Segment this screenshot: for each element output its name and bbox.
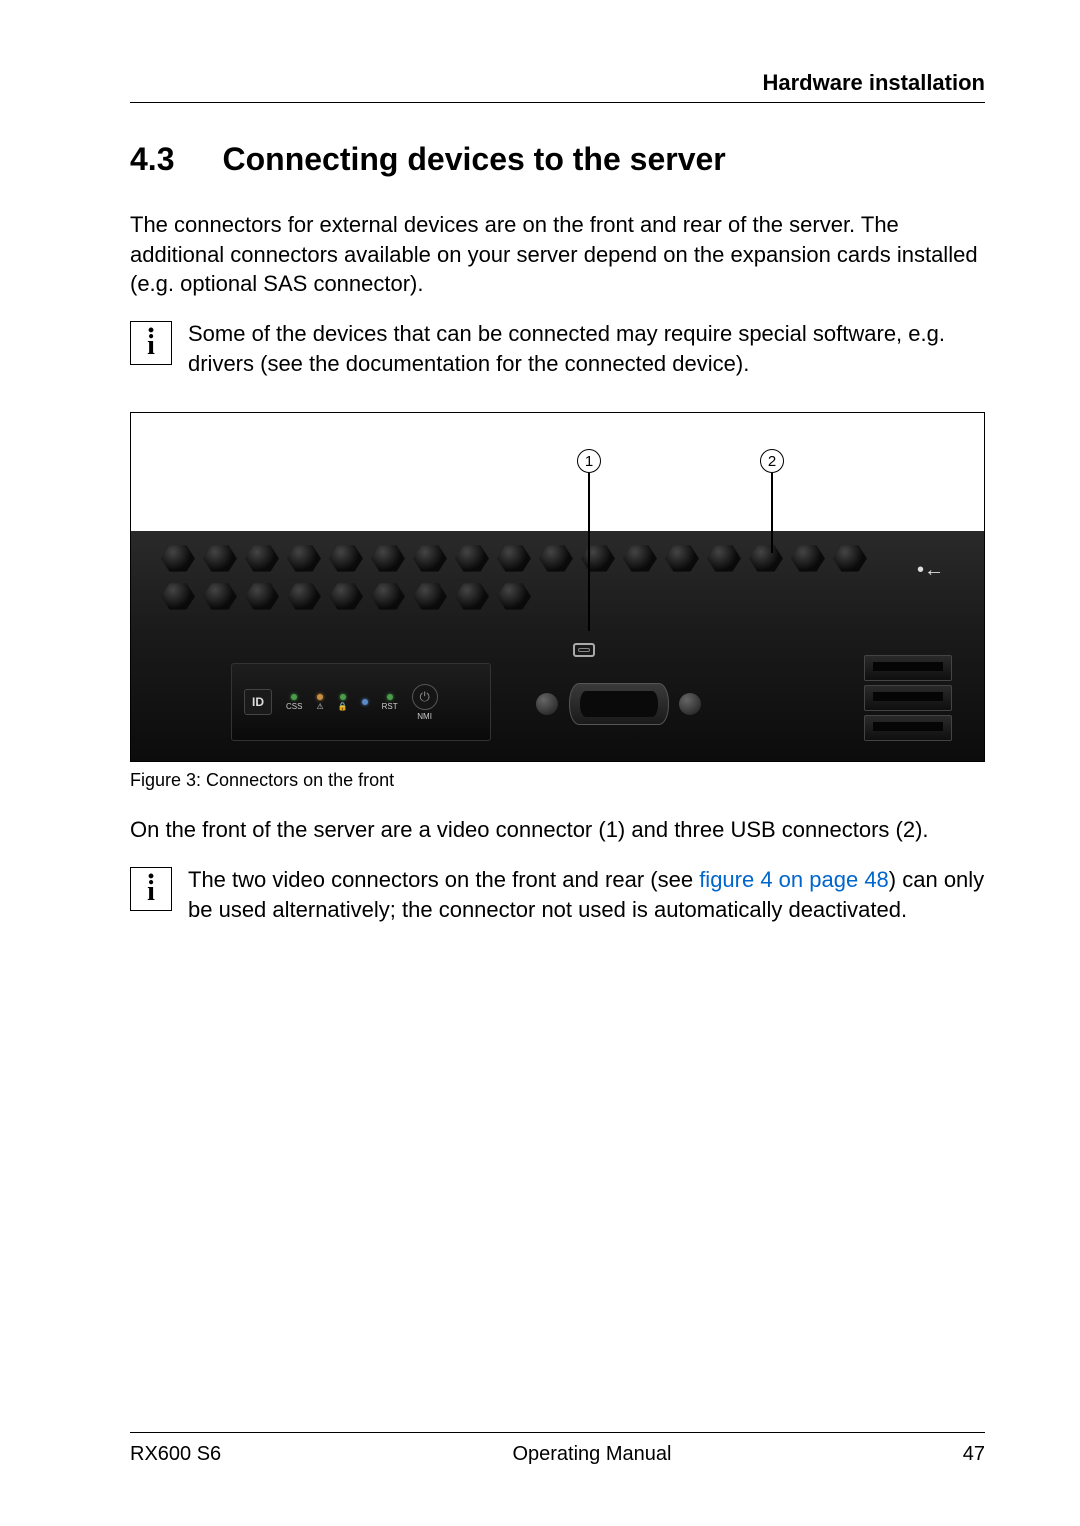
cross-reference-link[interactable]: figure 4 on page 48 (699, 867, 889, 892)
info-note-2: i The two video connectors on the front … (130, 865, 985, 924)
figure-caption: Figure 3: Connectors on the front (130, 770, 985, 791)
info-text-1: Some of the devices that can be connecte… (188, 319, 985, 378)
callout-1: 1 (577, 449, 601, 473)
info-note-1: i Some of the devices that can be connec… (130, 319, 985, 378)
control-panel: ID CSS ⚠ 🔒 RST ⏻NMI (231, 663, 491, 741)
vga-screw-right (679, 693, 701, 715)
footer-page-number: 47 (963, 1443, 985, 1466)
callout-1-line (588, 473, 590, 631)
lock-icon: 🔒 (338, 702, 348, 711)
power-icon: ⏻ (412, 684, 438, 710)
chapter-title: Hardware installation (130, 70, 985, 96)
figure-3-box: 1 2 •← ID CSS ⚠ 🔒 RST ⏻NMI (130, 412, 985, 762)
vga-port (569, 683, 669, 725)
vga-connector (536, 673, 701, 735)
ventilation-grille (161, 543, 874, 611)
warning-icon: ⚠ (316, 702, 323, 711)
page-header: Hardware installation (130, 70, 985, 103)
page-footer: RX600 S6 Operating Manual 47 (130, 1432, 985, 1466)
usb-port-2 (864, 685, 952, 711)
footer-doc-title: Operating Manual (512, 1443, 671, 1466)
section-title: Connecting devices to the server (222, 141, 725, 178)
info-text-2: The two video connectors on the front an… (188, 865, 985, 924)
vga-screw-left (536, 693, 558, 715)
vga-symbol-icon (573, 643, 595, 657)
figure-description: On the front of the server are a video c… (130, 815, 985, 845)
server-front-photo: •← ID CSS ⚠ 🔒 RST ⏻NMI (131, 531, 984, 761)
usb-icon: •← (917, 559, 944, 582)
callout-2: 2 (760, 449, 784, 473)
usb-port-3 (864, 715, 952, 741)
info-icon: i (130, 867, 172, 911)
id-button: ID (244, 689, 272, 715)
intro-paragraph: The connectors for external devices are … (130, 210, 985, 299)
section-number: 4.3 (130, 141, 174, 178)
section-heading: 4.3 Connecting devices to the server (130, 141, 985, 178)
usb-port-1 (864, 655, 952, 681)
footer-model: RX600 S6 (130, 1443, 221, 1466)
callout-2-line (771, 473, 773, 553)
info-icon: i (130, 321, 172, 365)
usb-connectors (864, 655, 952, 741)
